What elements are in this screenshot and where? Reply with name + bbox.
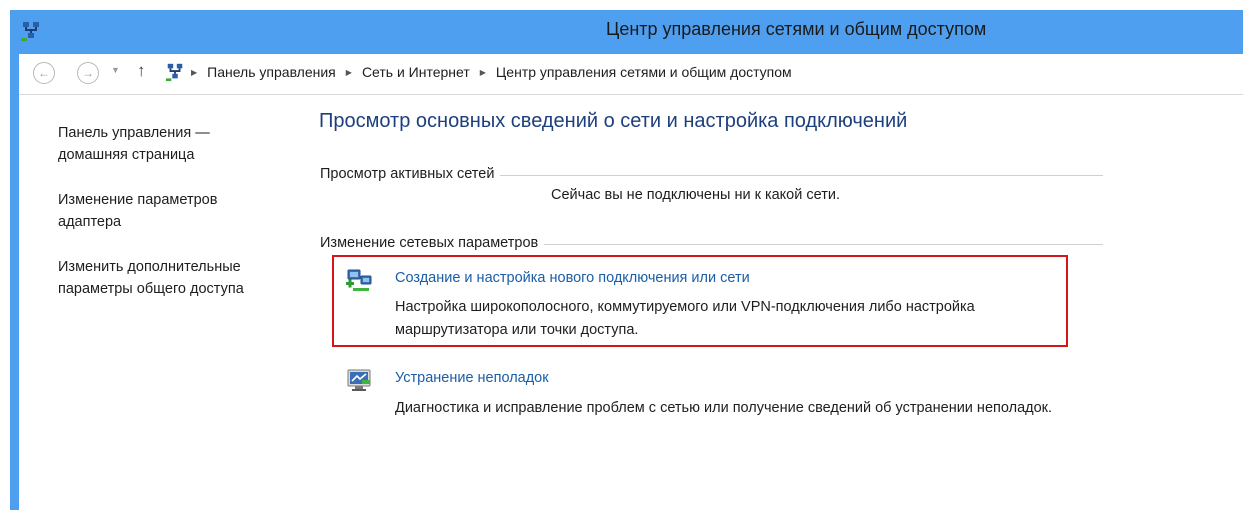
breadcrumb: ▶ Панель управления ▶ Сеть и Интернет ▶ … [191, 64, 792, 80]
new-connection-icon[interactable] [345, 265, 373, 293]
window-left-border [10, 10, 19, 510]
new-connection-link[interactable]: Создание и настройка нового подключения … [395, 270, 750, 286]
arrow-up-icon[interactable]: ↑ [137, 61, 146, 81]
breadcrumb-item-network-center[interactable]: Центр управления сетями и общим доступом [496, 64, 792, 80]
window-title: Центр управления сетями и общим доступом [606, 19, 987, 39]
active-networks-heading: Просмотр активных сетей [320, 166, 501, 182]
sidebar: Панель управления — домашняя страница Из… [58, 122, 298, 323]
network-status-text: Сейчас вы не подключены ни к какой сети. [551, 187, 840, 203]
chevron-down-icon[interactable]: ▼ [111, 65, 120, 75]
arrow-left-icon[interactable]: ← [33, 62, 55, 84]
page-title: Просмотр основных сведений о сети и наст… [319, 110, 908, 132]
troubleshoot-link[interactable]: Устранение неполадок [395, 370, 549, 386]
troubleshoot-icon[interactable] [345, 366, 373, 394]
breadcrumb-separator-icon[interactable]: ▶ [191, 68, 197, 77]
network-center-icon[interactable] [20, 20, 42, 42]
active-networks-section: Просмотр активных сетей [320, 166, 1103, 186]
breadcrumb-item-network-internet[interactable]: Сеть и Интернет [362, 64, 470, 80]
troubleshoot-description: Диагностика и исправление проблем с сеть… [395, 400, 1053, 416]
title-bar: Центр управления сетями и общим доступом [10, 10, 1243, 54]
arrow-right-icon[interactable]: → [77, 62, 99, 84]
address-bar: ← → ▼ ↑ ▶ Панель управления ▶ Сеть и Инт… [19, 54, 1243, 95]
network-center-icon[interactable] [165, 62, 185, 82]
breadcrumb-separator-icon[interactable]: ▶ [480, 68, 486, 77]
sidebar-item-control-panel-home[interactable]: Панель управления — домашняя страница [58, 122, 248, 166]
change-settings-section: Изменение сетевых параметров [320, 235, 1103, 255]
sidebar-item-advanced-sharing[interactable]: Изменить дополнительные параметры общего… [58, 256, 288, 300]
new-connection-description: Настройка широкополосного, коммутируемог… [395, 299, 975, 338]
breadcrumb-separator-icon[interactable]: ▶ [346, 68, 352, 77]
change-settings-heading: Изменение сетевых параметров [320, 235, 545, 251]
breadcrumb-item-control-panel[interactable]: Панель управления [207, 64, 336, 80]
sidebar-item-adapter-settings[interactable]: Изменение параметров адаптера [58, 189, 258, 233]
